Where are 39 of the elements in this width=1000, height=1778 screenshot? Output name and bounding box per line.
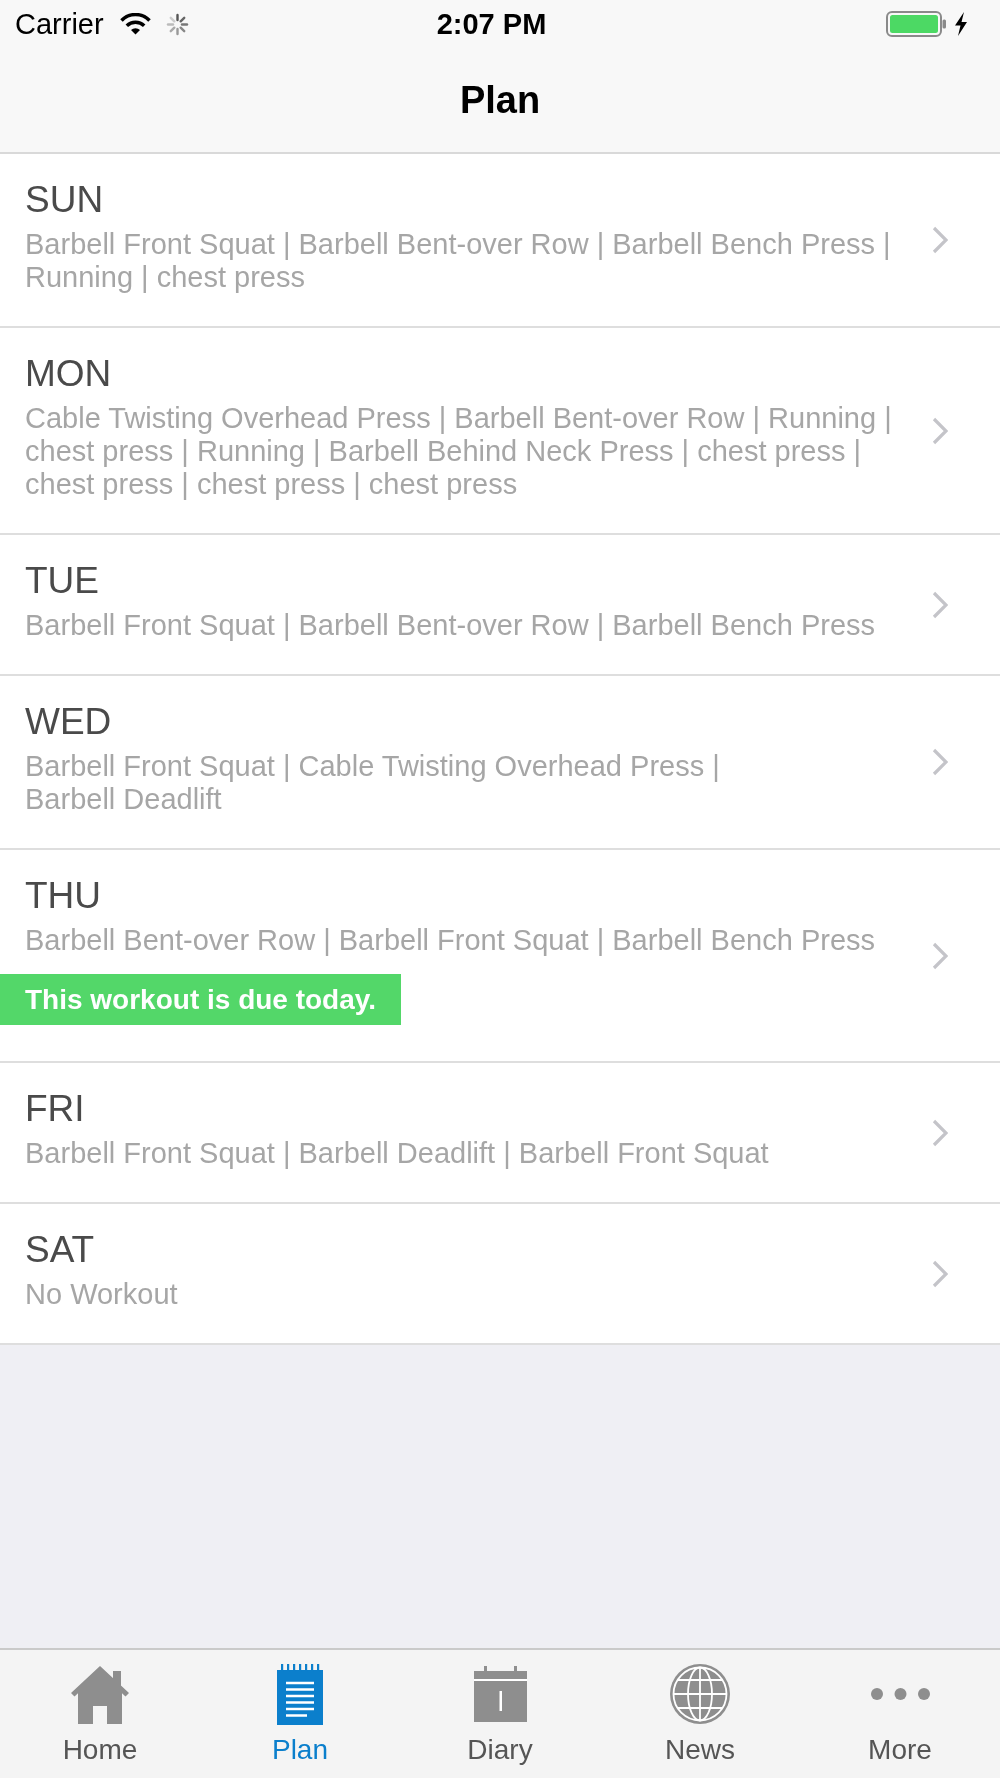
chevron-icon: [932, 416, 948, 445]
loading-spinner-icon: [165, 12, 189, 36]
globe-icon: [670, 1664, 730, 1724]
calendar-icon: [473, 1666, 527, 1722]
more-dots-icon: [870, 1688, 930, 1700]
day-label: TUE: [25, 559, 99, 603]
chevron-icon: [932, 590, 948, 619]
battery-icon: [886, 11, 946, 37]
chevron-icon: [932, 1259, 948, 1288]
day-label: THU: [25, 874, 102, 918]
exercise-list: Cable Twisting Overhead Press | Barbell Bent-over Row | Running | chest press | Running | Barbell Behind Neck Press | chest press | chest press | chest press | chest press: [25, 402, 892, 501]
due-today-badge: This workout is due today.: [0, 974, 402, 1025]
exercise-list: Barbell Front Squat | Cable Twisting Overhead Press | Barbell Deadlift: [25, 750, 720, 816]
exercise-list: Barbell Front Squat | Barbell Bent-over Row | Barbell Bench Press: [25, 609, 876, 642]
tab-bar-item[interactable]: Home: [0, 1650, 200, 1778]
tab-bar-item[interactable]: More: [800, 1650, 1000, 1778]
wifi-icon: [119, 13, 151, 35]
tab-bar-item[interactable]: Plan: [200, 1650, 400, 1778]
exercise-list: Barbell Bent-over Row | Barbell Front Squat | Barbell Bench Press: [25, 924, 876, 957]
day-label: SUN: [25, 178, 104, 222]
tab-bar-item[interactable]: Diary: [400, 1650, 600, 1778]
carrier-name: Carrier: [15, 7, 104, 41]
day-label: SAT: [25, 1228, 95, 1272]
page-title: Plan: [459, 78, 541, 122]
day-label: FRI: [25, 1087, 85, 1131]
exercise-list: Barbell Front Squat | Barbell Bent-over Row | Barbell Bench Press | Running | chest press: [25, 228, 891, 294]
day-label: WED: [25, 700, 112, 744]
chevron-icon: [932, 226, 948, 254]
notepad-icon: [277, 1663, 323, 1725]
lightning-bolt-icon: [954, 12, 968, 36]
exercise-list: Barbell Front Squat | Barbell Deadlift | Barbell Front Squat: [25, 1137, 769, 1170]
day-label: MON: [25, 352, 112, 396]
house-icon: [70, 1664, 130, 1724]
chevron-icon: [932, 941, 948, 970]
chevron-icon: [932, 1118, 948, 1147]
tab-bar-item[interactable]: News: [600, 1650, 800, 1778]
chevron-icon: [932, 748, 948, 776]
exercise-list: No Workout: [25, 1278, 178, 1311]
status-time: 2:07 PM: [436, 7, 547, 41]
